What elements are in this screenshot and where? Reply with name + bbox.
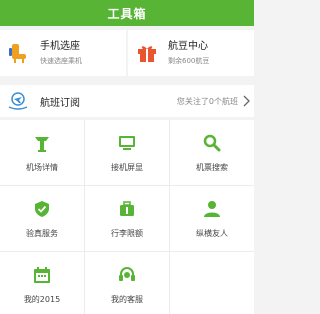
tool-my-2015[interactable]: 我的2015 — [0, 252, 85, 314]
followed-flights-count: 您关注了0个航班 — [176, 96, 238, 106]
tool-label: 机场详情 — [26, 163, 58, 172]
tool-label: 纵横友人 — [196, 229, 228, 238]
tool-label: 机票搜索 — [196, 163, 228, 172]
points-center-card[interactable]: 航豆中心 剩余600航豆 — [128, 30, 254, 76]
seat-selection-subtitle: 快速选座乘机 — [40, 56, 82, 65]
points-center-title: 航豆中心 — [168, 40, 208, 52]
monitor-icon — [119, 136, 135, 150]
tool-label: 接机屏显 — [111, 163, 143, 172]
shield-check-icon — [35, 201, 49, 217]
tool-verification[interactable]: 验真服务 — [0, 186, 85, 252]
flight-subscription-row[interactable]: 航班订阅 您关注了0个航班 — [0, 85, 254, 117]
tool-baggage-allowance[interactable]: 行李限额 — [85, 186, 170, 252]
tool-label: 行李限额 — [111, 229, 143, 238]
empty-grid-cell — [170, 252, 254, 314]
tools-grid: 机场详情 接机屏显 机票搜索 验真服务 行李限额 纵横友人 我的2015 我的客… — [0, 120, 254, 314]
chevron-right-icon — [243, 95, 250, 107]
top-bar: 工具箱 — [0, 0, 254, 26]
headset-icon — [119, 267, 135, 281]
tool-label: 我的客服 — [111, 295, 143, 304]
flight-subscribe-icon — [8, 92, 28, 110]
tool-friends[interactable]: 纵横友人 — [170, 186, 254, 252]
points-balance: 剩余600航豆 — [168, 56, 210, 65]
calendar-icon — [34, 267, 50, 283]
tool-label: 我的2015 — [23, 295, 61, 304]
gift-icon — [138, 46, 156, 62]
page-title: 工具箱 — [107, 6, 147, 21]
airport-tower-icon — [35, 137, 49, 152]
luggage-icon — [120, 201, 134, 216]
tool-ticket-search[interactable]: 机票搜索 — [170, 120, 254, 186]
search-icon — [203, 134, 221, 152]
toolbox-screen: 工具箱 手机选座 快速选座乘机 航豆中心 剩余600航豆 航班订阅 您关注了0个… — [0, 0, 254, 314]
tool-airport-details[interactable]: 机场详情 — [0, 120, 85, 186]
seat-icon — [9, 44, 26, 63]
flight-subscription-label: 航班订阅 — [40, 97, 80, 109]
tool-customer-service[interactable]: 我的客服 — [85, 252, 170, 314]
tool-label: 验真服务 — [26, 229, 58, 238]
seat-selection-title: 手机选座 — [40, 40, 80, 52]
feature-cards: 手机选座 快速选座乘机 航豆中心 剩余600航豆 — [0, 30, 254, 76]
tool-pickup-display[interactable]: 接机屏显 — [85, 120, 170, 186]
user-icon — [204, 201, 220, 217]
seat-selection-card[interactable]: 手机选座 快速选座乘机 — [0, 30, 126, 76]
